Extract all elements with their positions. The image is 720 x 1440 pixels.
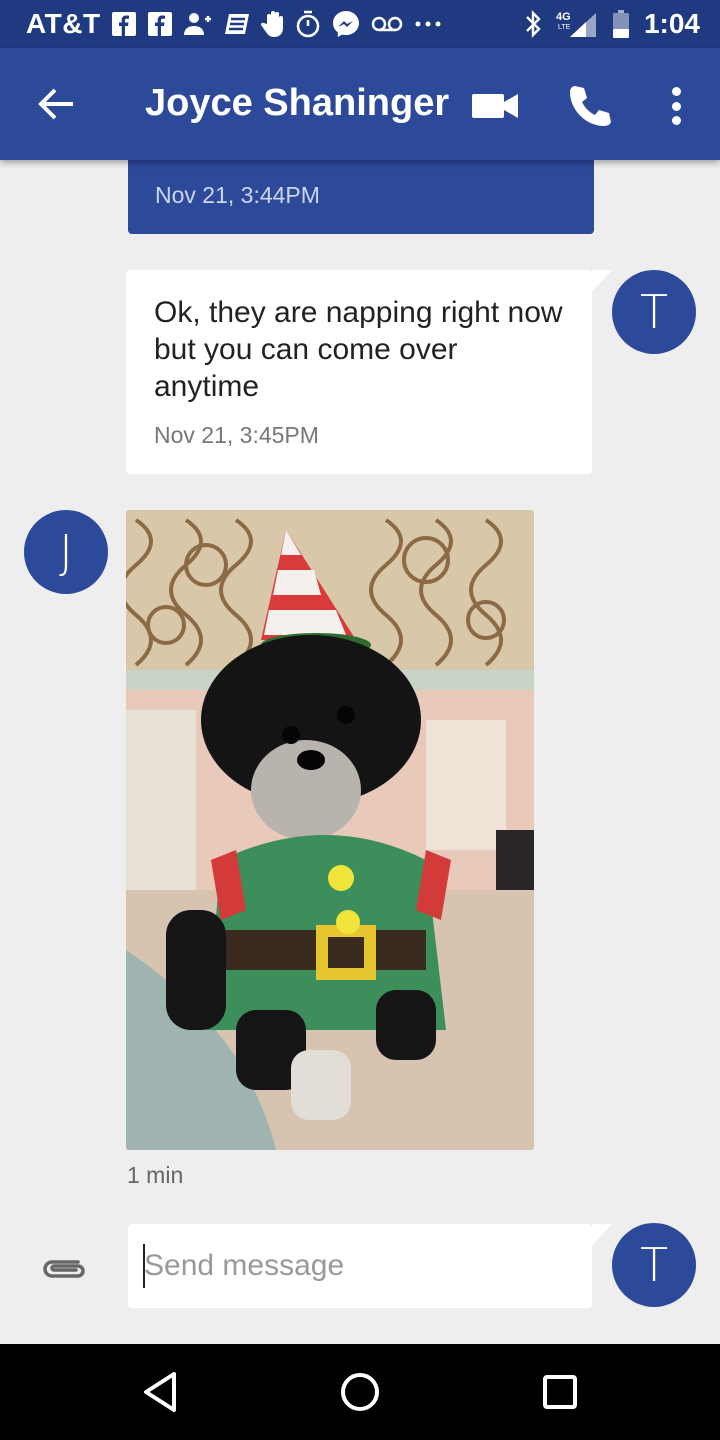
voicemail-icon	[371, 14, 403, 34]
stopwatch-icon	[295, 10, 321, 38]
avatar[interactable]: T	[612, 1223, 696, 1307]
nav-recents-icon[interactable]	[536, 1368, 584, 1416]
svg-text:LTE: LTE	[558, 24, 571, 31]
message-input[interactable]	[144, 1244, 574, 1288]
text-cursor	[143, 1244, 145, 1288]
video-camera-icon[interactable]	[470, 86, 522, 126]
compose-box[interactable]	[128, 1224, 612, 1308]
status-bar-left: AT&T	[26, 0, 443, 48]
battery-icon	[612, 9, 630, 39]
nav-back-icon[interactable]	[136, 1368, 184, 1416]
status-bar-right: 4G LTE 1:04	[524, 0, 700, 48]
hand-icon	[260, 10, 285, 38]
news-icon	[223, 11, 251, 37]
message-text: Ok, they are napping right now but you c…	[154, 296, 563, 403]
facebook-icon	[111, 11, 137, 37]
signal-icon: 4G LTE	[556, 9, 598, 39]
message-timestamp: Nov 21, 3:44PM	[155, 182, 320, 208]
app-bar: Joyce Shaninger	[0, 48, 720, 160]
svg-text:4G: 4G	[556, 11, 571, 23]
carrier-label: AT&T	[26, 8, 101, 39]
facebook-icon	[147, 11, 173, 37]
add-person-icon	[183, 11, 213, 37]
dog-photo-image	[126, 510, 534, 1150]
message-timestamp: 1 min	[127, 1162, 184, 1188]
status-bar: AT&T 4G LTE 1:04	[0, 0, 720, 48]
navigation-bar	[0, 1344, 720, 1440]
message-bubble-outgoing[interactable]: Nov 21, 3:44PM	[128, 150, 594, 234]
avatar[interactable]: T	[612, 270, 696, 354]
more-dots-icon	[413, 19, 443, 29]
arrow-left-icon[interactable]	[30, 78, 82, 130]
paperclip-icon[interactable]	[40, 1248, 88, 1288]
conversation-title: Joyce Shaninger	[145, 82, 450, 124]
message-bubble-incoming[interactable]: Ok, they are napping right now but you c…	[126, 270, 612, 474]
more-vert-icon[interactable]	[660, 82, 692, 130]
nav-home-icon[interactable]	[336, 1368, 384, 1416]
clock-time: 1:04	[643, 8, 700, 39]
avatar[interactable]: J	[24, 510, 108, 594]
phone-icon[interactable]	[566, 82, 614, 130]
photo-attachment[interactable]	[126, 510, 534, 1150]
message-timestamp: Nov 21, 3:45PM	[154, 422, 319, 448]
messenger-icon	[331, 9, 361, 39]
bluetooth-icon	[524, 9, 542, 39]
